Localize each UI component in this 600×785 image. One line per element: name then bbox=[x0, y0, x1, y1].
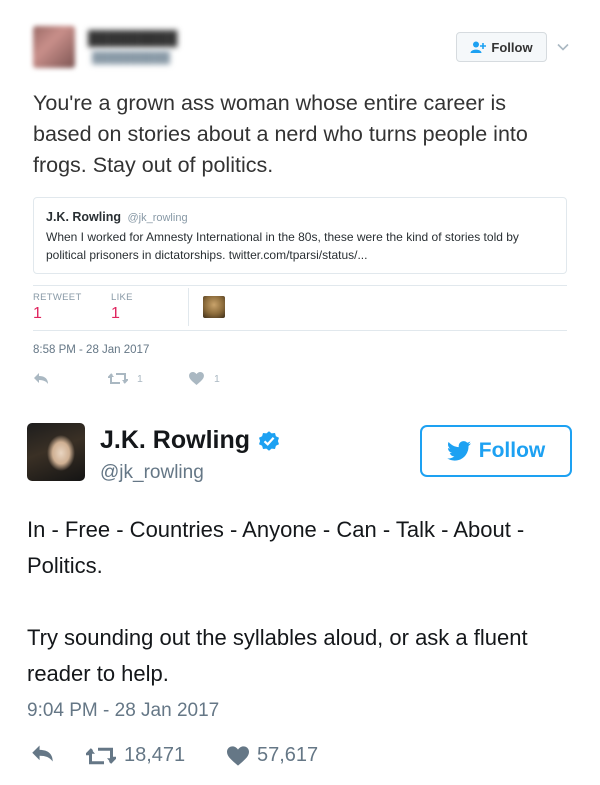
follow-person-icon bbox=[470, 41, 487, 53]
follow-label: Follow bbox=[478, 439, 546, 462]
liker-avatar[interactable] bbox=[203, 296, 225, 318]
quote-text: When I worked for Amnesty International … bbox=[46, 230, 519, 262]
reply-button[interactable] bbox=[30, 744, 63, 763]
like-stat-label: LIKE bbox=[111, 292, 133, 303]
chevron-down-icon[interactable] bbox=[556, 40, 570, 54]
author-name-blurred[interactable]: █████████ bbox=[88, 30, 177, 46]
divider bbox=[33, 330, 567, 331]
tweet-timestamp[interactable]: 9:04 PM - 28 Jan 2017 bbox=[27, 700, 219, 722]
author-name[interactable]: J.K. Rowling bbox=[100, 426, 281, 455]
author-avatar-blurred[interactable] bbox=[33, 26, 75, 68]
like-count: 1 bbox=[214, 372, 220, 385]
follow-button[interactable]: Follow bbox=[456, 32, 547, 62]
tweet-text: In - Free - Countries - Anyone - Can - T… bbox=[27, 512, 567, 692]
divider bbox=[188, 288, 189, 326]
retweet-button[interactable]: 18,471 bbox=[86, 744, 185, 767]
tweet-text: You're a grown ass woman whose entire ca… bbox=[33, 91, 528, 177]
twitter-bird-icon bbox=[446, 441, 471, 461]
retweet-stat-label: RETWEET bbox=[33, 292, 82, 303]
divider bbox=[33, 285, 567, 286]
quote-author-handle: @jk_rowling bbox=[127, 212, 188, 224]
quoted-tweet[interactable]: J.K. Rowling @jk_rowling When I worked f… bbox=[33, 197, 567, 274]
quote-author-name: J.K. Rowling bbox=[46, 210, 121, 224]
tweet-timestamp[interactable]: 8:58 PM - 28 Jan 2017 bbox=[33, 344, 149, 356]
author-avatar[interactable] bbox=[27, 423, 85, 481]
like-button[interactable]: 1 bbox=[189, 372, 220, 385]
verified-badge-icon bbox=[259, 430, 279, 451]
retweet-stat-count[interactable]: 1 bbox=[33, 305, 42, 323]
heart-icon bbox=[227, 745, 249, 766]
retweet-count: 18,471 bbox=[124, 744, 186, 766]
follow-label: Follow bbox=[491, 39, 533, 55]
author-handle-blurred[interactable]: ██████████ bbox=[92, 52, 170, 64]
author-handle[interactable]: @jk_rowling bbox=[100, 462, 204, 484]
reply-icon bbox=[34, 373, 48, 384]
tweet-1: █████████ ██████████ Follow You're a gro… bbox=[0, 0, 600, 400]
retweet-count: 1 bbox=[137, 372, 143, 385]
heart-icon bbox=[189, 372, 204, 385]
tweet-text-paragraph: In - Free - Countries - Anyone - Can - T… bbox=[27, 517, 525, 578]
like-count: 57,617 bbox=[257, 744, 319, 766]
retweet-button[interactable]: 1 bbox=[108, 372, 143, 385]
reply-icon bbox=[32, 745, 53, 762]
like-stat-count[interactable]: 1 bbox=[111, 305, 120, 323]
like-button[interactable]: 57,617 bbox=[227, 744, 318, 767]
author-name-text: J.K. Rowling bbox=[100, 426, 250, 454]
follow-button[interactable]: Follow bbox=[420, 425, 572, 477]
retweet-icon bbox=[86, 747, 116, 764]
retweet-icon bbox=[108, 373, 128, 384]
tweet-2: J.K. Rowling @jk_rowling Follow In - Fre… bbox=[0, 400, 600, 785]
tweet-text-paragraph: Try sounding out the syllables aloud, or… bbox=[27, 625, 528, 686]
reply-button[interactable] bbox=[33, 372, 49, 385]
